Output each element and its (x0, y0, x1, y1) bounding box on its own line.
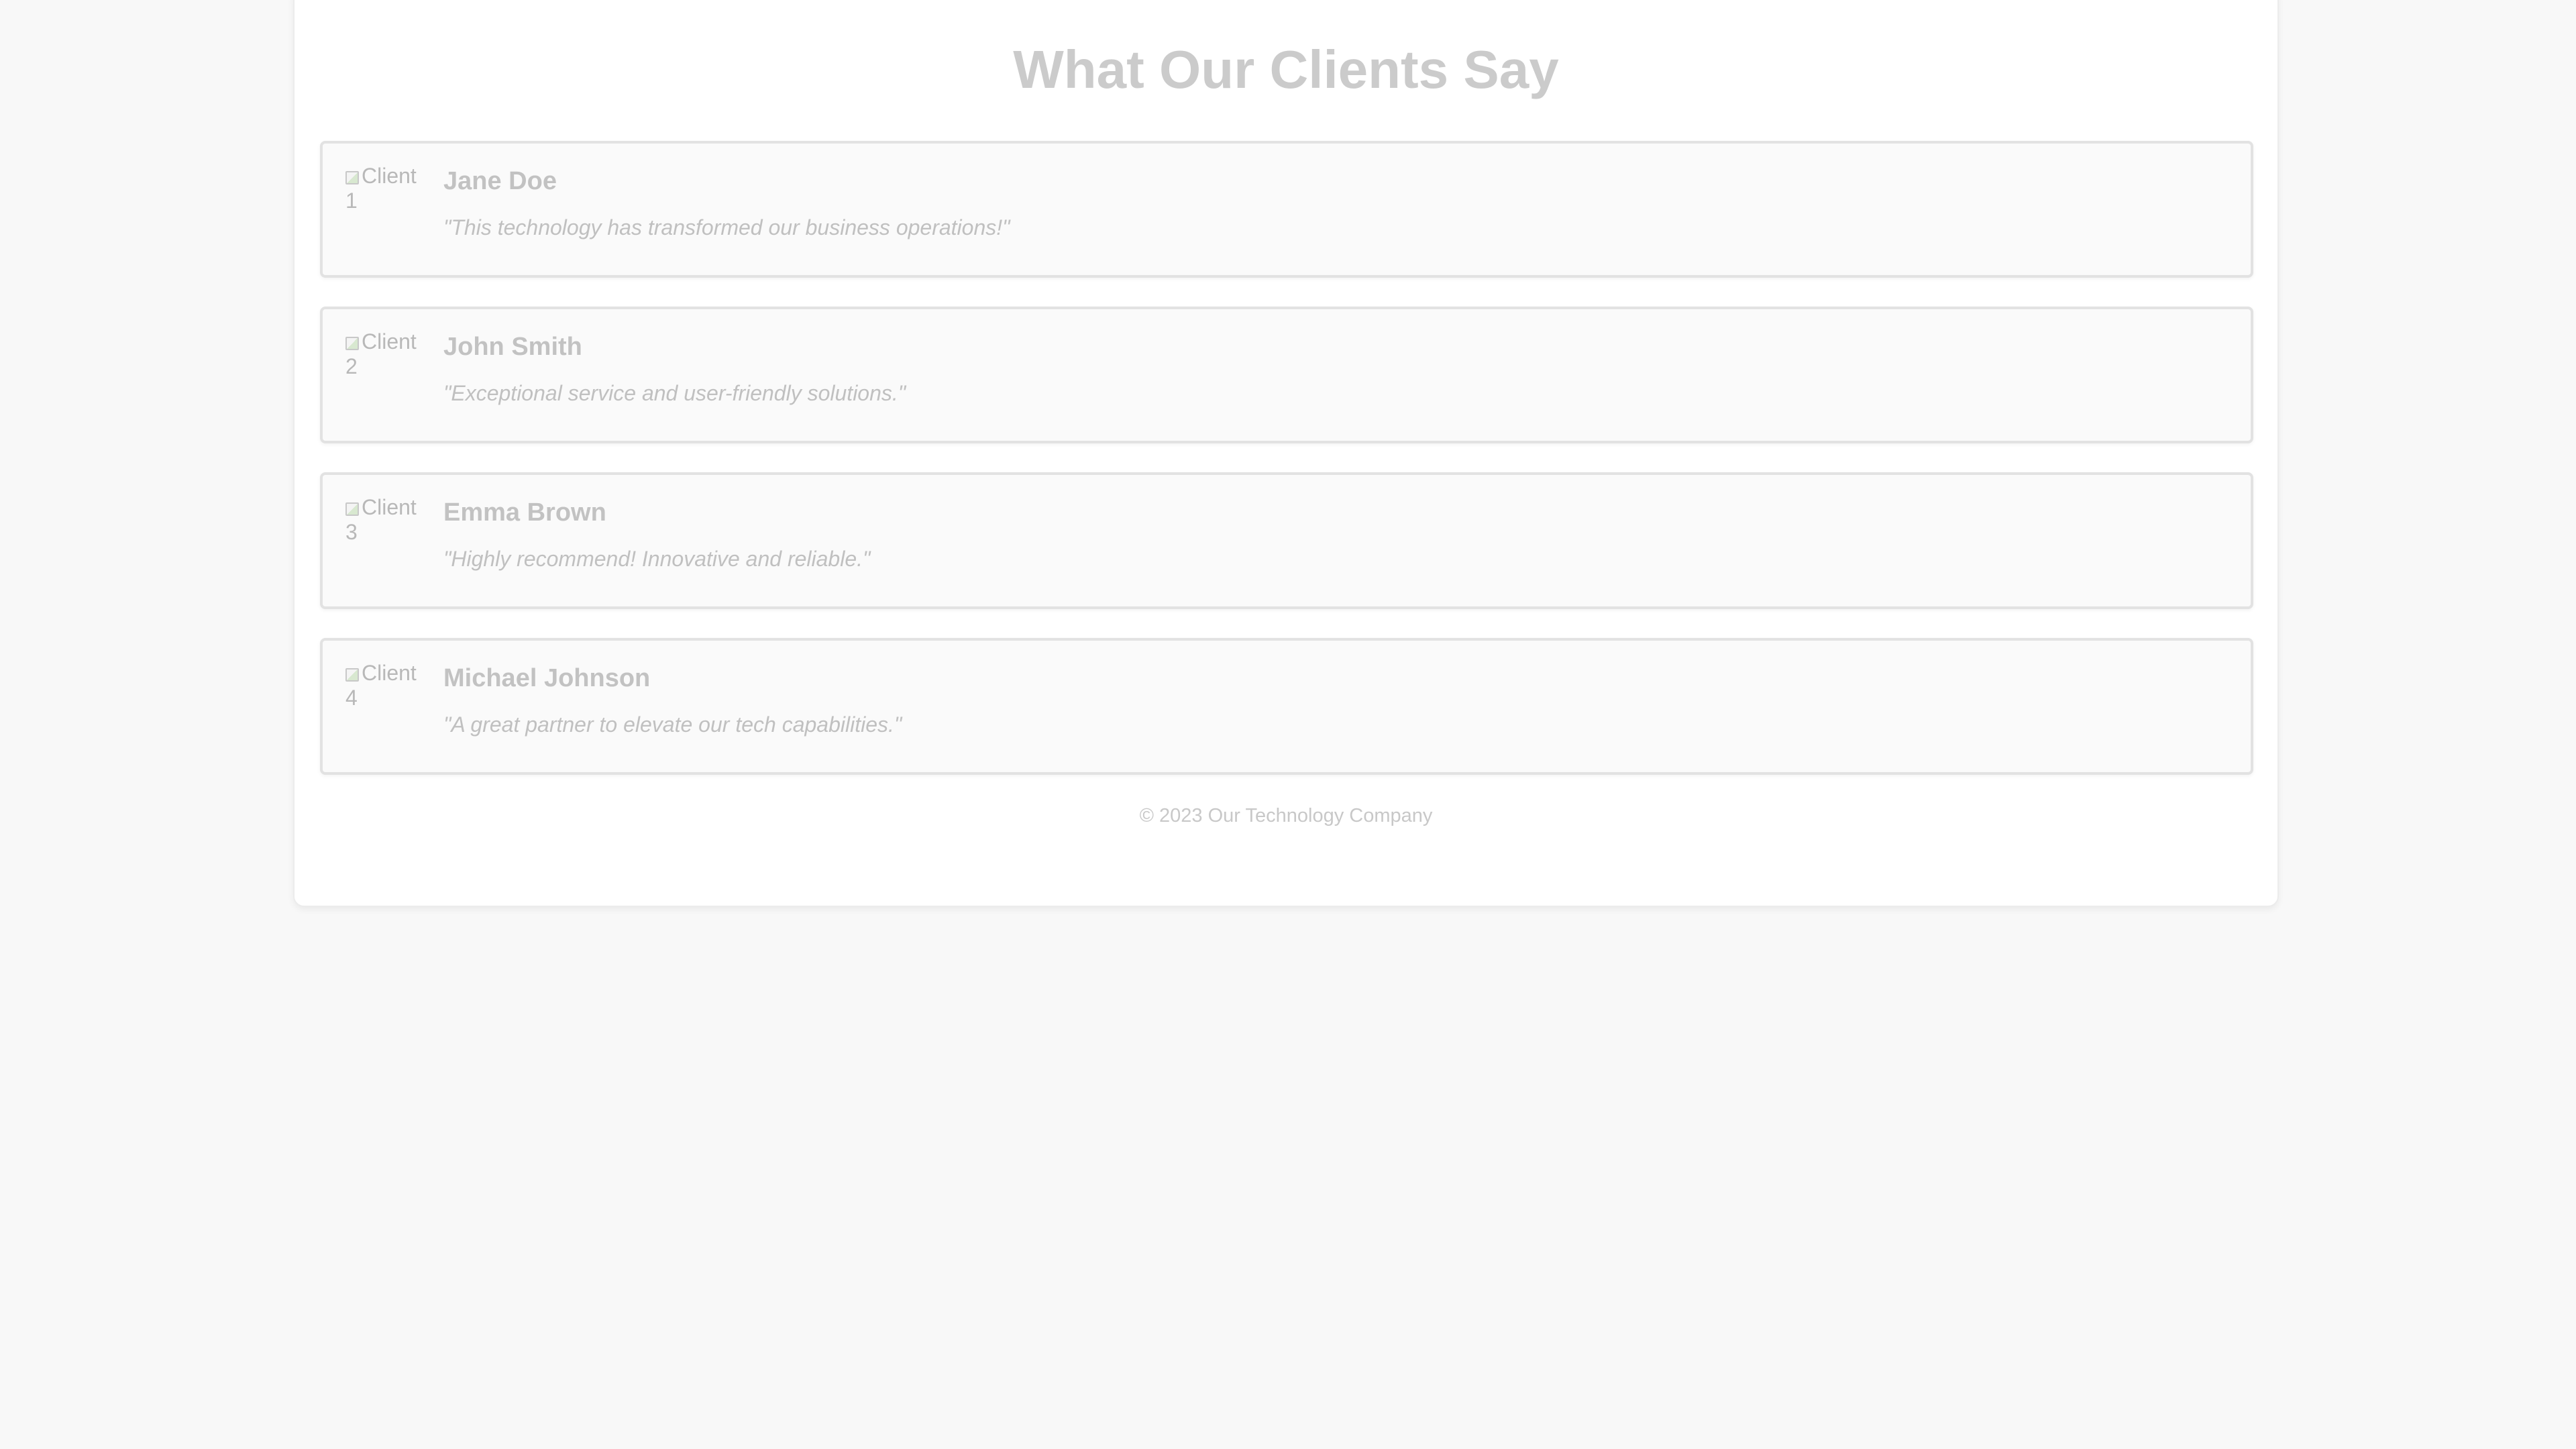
client-name: Michael Johnson (443, 664, 651, 692)
testimonial-quote: "This technology has transformed our bus… (443, 215, 1010, 239)
testimonial-card: Client 1 Jane Doe "This technology has t… (320, 141, 2253, 278)
client-avatar: Client 2 (345, 329, 426, 410)
testimonial-card: Client 2 John Smith "Exceptional service… (320, 307, 2253, 443)
footer-copyright: © 2023 Our Technology Company (1139, 805, 1433, 826)
broken-image-icon (345, 171, 359, 184)
page: What Our Clients Say Client 1 Jane Doe "… (0, 0, 2576, 1449)
testimonial-quote: "A great partner to elevate our tech cap… (443, 712, 902, 737)
client-name: John Smith (443, 333, 582, 361)
testimonial-card: Client 4 Michael Johnson "A great partne… (320, 638, 2253, 775)
client-name: Jane Doe (443, 167, 557, 195)
client-avatar: Client 1 (345, 164, 426, 244)
broken-image-icon (345, 668, 359, 682)
page-title: What Our Clients Say (1013, 40, 1559, 99)
client-name: Emma Brown (443, 498, 606, 527)
broken-image-icon (345, 502, 359, 516)
client-avatar: Client 4 (345, 661, 426, 741)
testimonial-card: Client 3 Emma Brown "Highly recommend! I… (320, 472, 2253, 609)
client-avatar: Client 3 (345, 495, 426, 576)
testimonial-quote: "Exceptional service and user-friendly s… (443, 381, 906, 405)
testimonial-quote: "Highly recommend! Innovative and reliab… (443, 547, 871, 571)
testimonial-list: Client 1 Jane Doe "This technology has t… (320, 141, 2253, 804)
broken-image-icon (345, 337, 359, 350)
testimonials-container: What Our Clients Say Client 1 Jane Doe "… (293, 0, 2279, 907)
